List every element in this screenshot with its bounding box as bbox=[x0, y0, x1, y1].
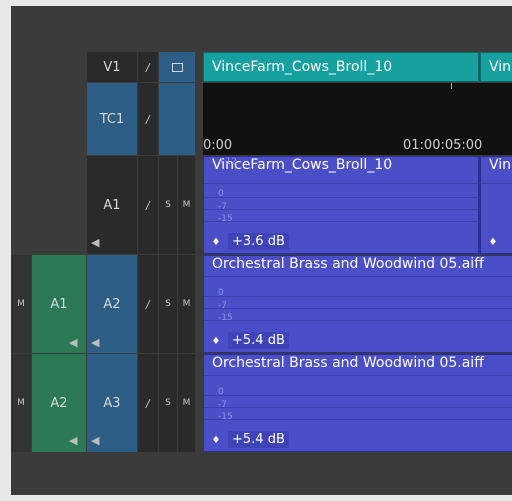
a3-solo-button[interactable]: S bbox=[159, 354, 177, 452]
mute-label: M bbox=[182, 200, 191, 210]
grid-line bbox=[204, 221, 478, 222]
clip-name: Orchestral Brass and Woodwind 05.aiff bbox=[212, 355, 484, 371]
tc1-track-label[interactable]: TC1 bbox=[87, 83, 137, 155]
db-label: 0 bbox=[218, 288, 224, 298]
pencil-icon: / bbox=[144, 396, 152, 410]
gain-value[interactable]: +5.4 dB bbox=[228, 332, 289, 349]
speaker-icon: ◀ bbox=[91, 336, 100, 349]
monitor-icon bbox=[171, 62, 183, 72]
gain-value[interactable]: +3.6 dB bbox=[228, 233, 289, 250]
v1-clip[interactable]: VinceFarm_Cows_Broll_10 bbox=[203, 52, 479, 82]
keyframe-icon[interactable]: ♦ bbox=[210, 435, 222, 447]
v1-lock-button[interactable]: / bbox=[138, 52, 158, 82]
speaker-icon: ◀ bbox=[69, 434, 78, 447]
a3-label-text: A3 bbox=[103, 395, 121, 411]
tc1-monitor-cell[interactable] bbox=[159, 83, 195, 155]
pencil-icon: / bbox=[144, 60, 152, 74]
clip-name: VinceFarm_Cows_Broll_10 bbox=[212, 157, 393, 173]
a1-clip-next[interactable]: Vin ♦ bbox=[480, 156, 512, 254]
speaker-icon: ◀ bbox=[91, 434, 100, 447]
source-mute-label: M bbox=[17, 299, 25, 309]
speaker-icon: ◀ bbox=[69, 336, 78, 349]
a1-lock-button[interactable]: / bbox=[138, 156, 158, 254]
clip-name: VinceFarm_Cows_Broll_10 bbox=[212, 59, 393, 75]
clip-name: Orchestral Brass and Woodwind 05.aiff bbox=[212, 256, 484, 272]
a2-clip[interactable]: Orchestral Brass and Woodwind 05.aiff 0 … bbox=[203, 255, 512, 353]
a1-solo-button[interactable]: S bbox=[159, 156, 177, 254]
gain-line bbox=[204, 375, 512, 376]
pencil-icon: / bbox=[144, 297, 152, 311]
keyframe-icon[interactable]: ♦ bbox=[487, 237, 499, 249]
v1-clip-next[interactable]: Vin bbox=[480, 52, 512, 82]
a3-lock-button[interactable]: / bbox=[138, 354, 158, 452]
db-label: 0 bbox=[218, 189, 224, 199]
timeline-panel: V1 / TC1 / A1 ◀ / S M M A1 ◀ A2 ◀ / S M … bbox=[11, 6, 512, 495]
source-a1-label: A1 bbox=[50, 296, 68, 312]
gain-line bbox=[204, 183, 478, 184]
grid-line bbox=[204, 320, 512, 321]
clip-name: Vin bbox=[489, 157, 512, 173]
grid-line bbox=[204, 197, 478, 198]
source-a2-patch[interactable]: A2 bbox=[32, 354, 86, 452]
solo-label: S bbox=[165, 299, 171, 309]
ruler-mark-label: 01:00:05:00 bbox=[403, 138, 483, 153]
a1-clip[interactable]: VinceFarm_Cows_Broll_10 +12 0 -7 -15 ♦ +… bbox=[203, 156, 479, 254]
keyframe-icon[interactable]: ♦ bbox=[210, 237, 222, 249]
keyframe-icon[interactable]: ♦ bbox=[210, 336, 222, 348]
mute-label: M bbox=[182, 299, 191, 309]
grid-line bbox=[204, 419, 512, 420]
grid-line bbox=[204, 296, 512, 297]
clip-name: Vin bbox=[489, 59, 512, 75]
v1-monitor-button[interactable] bbox=[159, 52, 195, 82]
tc1-lock-button[interactable]: / bbox=[138, 83, 158, 155]
grid-line bbox=[204, 407, 512, 408]
pencil-icon: / bbox=[144, 198, 152, 212]
v1-label-text: V1 bbox=[103, 59, 121, 75]
ruler-start-label: 0:00 bbox=[203, 138, 233, 153]
window-frame: V1 / TC1 / A1 ◀ / S M M A1 ◀ A2 ◀ / S M … bbox=[0, 0, 512, 501]
a2-source-mute[interactable]: M bbox=[11, 354, 31, 452]
mute-label: M bbox=[182, 398, 191, 408]
db-label: 0 bbox=[218, 387, 224, 397]
source-a2-label: A2 bbox=[50, 395, 68, 411]
speaker-icon: ◀ bbox=[91, 236, 100, 249]
db-label: -15 bbox=[218, 313, 233, 323]
grid-line bbox=[204, 308, 512, 309]
db-label: -7 bbox=[218, 301, 227, 311]
a2-label-text: A2 bbox=[103, 296, 121, 312]
db-label: -15 bbox=[218, 214, 233, 224]
db-label: -7 bbox=[218, 400, 227, 410]
grid-line bbox=[204, 395, 512, 396]
grid-line bbox=[204, 209, 478, 210]
timecode-ruler[interactable]: 0:00 01:00:05:00 bbox=[203, 83, 512, 155]
a2-solo-button[interactable]: S bbox=[159, 255, 177, 353]
a1-mute-button[interactable]: M bbox=[178, 156, 195, 254]
gain-line bbox=[204, 276, 512, 277]
db-label: -15 bbox=[218, 412, 233, 422]
db-label: +12 bbox=[218, 157, 237, 167]
source-mute-label: M bbox=[17, 398, 25, 408]
gain-line bbox=[481, 183, 512, 184]
a2-mute-button[interactable]: M bbox=[178, 255, 195, 353]
a1-label-text: A1 bbox=[103, 197, 121, 213]
source-a1-patch[interactable]: A1 bbox=[32, 255, 86, 353]
a2-lock-button[interactable]: / bbox=[138, 255, 158, 353]
gain-value[interactable]: +5.4 dB bbox=[228, 431, 289, 448]
a1-source-mute[interactable]: M bbox=[11, 255, 31, 353]
a3-clip[interactable]: Orchestral Brass and Woodwind 05.aiff 0 … bbox=[203, 354, 512, 452]
a3-mute-button[interactable]: M bbox=[178, 354, 195, 452]
db-label: -7 bbox=[218, 202, 227, 212]
solo-label: S bbox=[165, 398, 171, 408]
ruler-tick bbox=[451, 83, 452, 89]
tc1-label-text: TC1 bbox=[99, 111, 125, 127]
solo-label: S bbox=[165, 200, 171, 210]
v1-track-label[interactable]: V1 bbox=[87, 52, 137, 82]
pencil-icon: / bbox=[144, 112, 152, 126]
